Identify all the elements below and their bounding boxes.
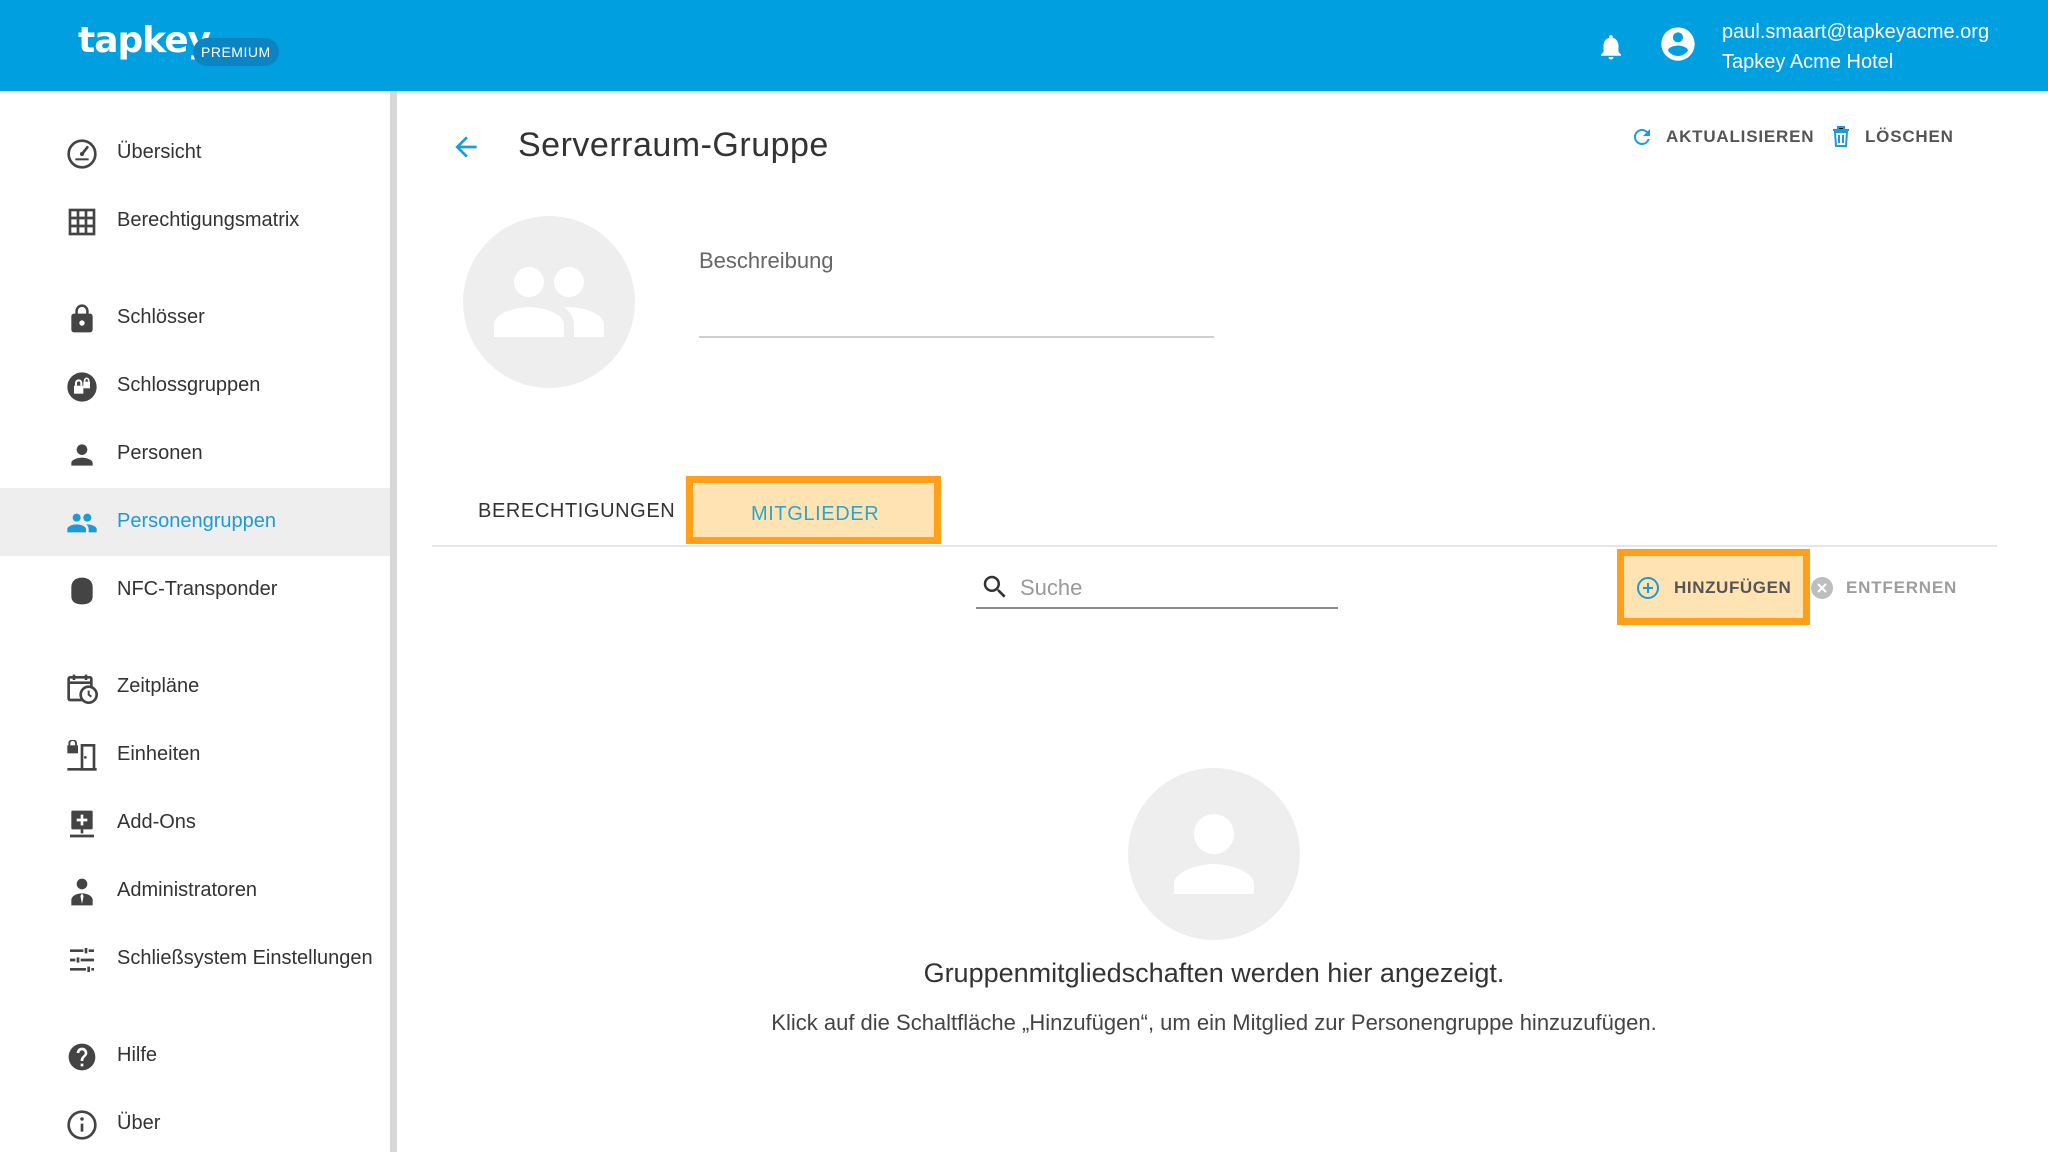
people-icon	[67, 513, 97, 533]
sidebar-item-label: Zeitpläne	[117, 675, 200, 697]
info-icon	[67, 1110, 97, 1140]
sidebar-item-einheiten[interactable]: Einheiten	[0, 721, 390, 789]
empty-state-text: Klick auf die Schaltfläche „Hinzufügen“,…	[771, 1010, 1657, 1035]
tab-berechtigungen[interactable]: BERECHTIGUNGEN	[478, 480, 678, 544]
sidebar-item-schloesser[interactable]: Schlösser	[0, 284, 390, 352]
tabs-divider	[432, 545, 1997, 547]
remove-circle-icon	[1811, 577, 1833, 599]
sidebar-item-schliesssystem-einstellungen[interactable]: Schließsystem Einstellungen	[0, 925, 390, 993]
empty-state-avatar	[1128, 768, 1300, 940]
sidebar-item-personen[interactable]: Personen	[0, 420, 390, 488]
sidebar-item-schlossgruppen[interactable]: Schlossgruppen	[0, 352, 390, 420]
refresh-label: AKTUALISIEREN	[1666, 127, 1815, 146]
sidebar-item-label: Schlösser	[117, 306, 205, 328]
help-icon	[68, 1043, 96, 1071]
sidebar-item-label: Administratoren	[117, 879, 258, 901]
sidebar-item-add-ons[interactable]: Add-Ons	[0, 789, 390, 857]
sidebar-item-label: Berechtigungsmatrix	[117, 209, 300, 231]
grid-icon	[68, 208, 96, 236]
sidebar-item-hilfe[interactable]: Hilfe	[0, 1022, 390, 1090]
sidebar-item-administratoren[interactable]: Administratoren	[0, 857, 390, 925]
user-organization[interactable]: Tapkey Acme Hotel	[1722, 51, 1893, 74]
search-underline	[976, 607, 1338, 609]
add-label: HINZUFÜGEN	[1674, 578, 1792, 597]
sidebar-item-label: NFC-Transponder	[117, 578, 278, 600]
sidebar-item-label: Personen	[117, 442, 203, 464]
search-icon	[983, 575, 1006, 598]
trash-icon	[1833, 126, 1849, 147]
sidebar-item-ueber[interactable]: Über	[0, 1090, 390, 1152]
bell-icon[interactable]	[1596, 30, 1626, 64]
sidebar-divider	[390, 91, 397, 1152]
description-label: Beschreibung	[699, 248, 834, 273]
sidebar-item-label: Einheiten	[117, 743, 201, 765]
dashboard-icon	[67, 139, 97, 169]
top-app-bar: tapkey PREMIUM paul.smaart@tapkeyacme.or…	[0, 0, 2048, 91]
sidebar-item-label: Schlossgruppen	[117, 374, 261, 396]
tapkey-logo[interactable]: tapkey	[78, 20, 211, 61]
sliders-icon	[70, 948, 94, 972]
sidebar-item-zeitplaene[interactable]: Zeitpläne	[0, 653, 390, 721]
group-avatar	[463, 216, 635, 388]
search-input[interactable]	[1020, 568, 1340, 608]
delete-label: LÖSCHEN	[1865, 127, 1954, 146]
sidebar-item-label: Übersicht	[117, 141, 202, 163]
add-circle-icon	[1637, 577, 1659, 599]
nfc-tag-icon	[71, 577, 93, 605]
empty-state-title: Gruppenmitgliedschaften werden hier ange…	[923, 958, 1505, 988]
premium-badge: PREMIUM	[193, 38, 279, 66]
sidebar-item-uebersicht[interactable]: Übersicht	[0, 119, 390, 187]
person-icon	[71, 444, 93, 466]
page-title: Serverraum-Gruppe	[518, 126, 829, 164]
sidebar-item-personengruppen[interactable]: Personengruppen	[0, 488, 390, 556]
sidebar-item-label: Über	[117, 1112, 161, 1134]
sidebar-item-label: Add-Ons	[117, 811, 196, 833]
account-circle-icon[interactable]	[1658, 24, 1698, 64]
sidebar-item-berechtigungsmatrix[interactable]: Berechtigungsmatrix	[0, 187, 390, 255]
tab-mitglieder[interactable]: MITGLIEDER	[686, 476, 941, 544]
addon-icon	[70, 810, 94, 838]
back-arrow-icon[interactable]	[450, 131, 482, 163]
lock-icon	[71, 304, 93, 333]
sidebar-item-label: Personengruppen	[117, 510, 277, 532]
tab-label: BERECHTIGUNGEN	[478, 500, 676, 522]
remove-label: ENTFERNEN	[1846, 578, 1958, 597]
sidebar-item-nfc-transponder[interactable]: NFC-Transponder	[0, 556, 390, 624]
add-member-button[interactable]: HINZUFÜGEN	[1617, 549, 1810, 625]
tab-label: MITGLIEDER	[751, 503, 880, 525]
sidebar: Übersicht Berechtigungsmatrix Schlösser …	[0, 91, 392, 1152]
sidebar-item-label: Hilfe	[117, 1044, 158, 1066]
sidebar-item-label: Schließsystem Einstellungen	[117, 947, 373, 969]
person-icon	[1174, 814, 1254, 894]
people-icon	[494, 267, 604, 337]
unit-door-icon	[67, 740, 97, 771]
calendar-clock-icon	[67, 674, 98, 704]
lock-group-icon	[67, 372, 97, 402]
admin-icon	[71, 878, 93, 906]
description-field[interactable]	[699, 290, 1214, 338]
refresh-icon	[1634, 129, 1650, 145]
user-email[interactable]: paul.smaart@tapkeyacme.org	[1722, 21, 1989, 44]
